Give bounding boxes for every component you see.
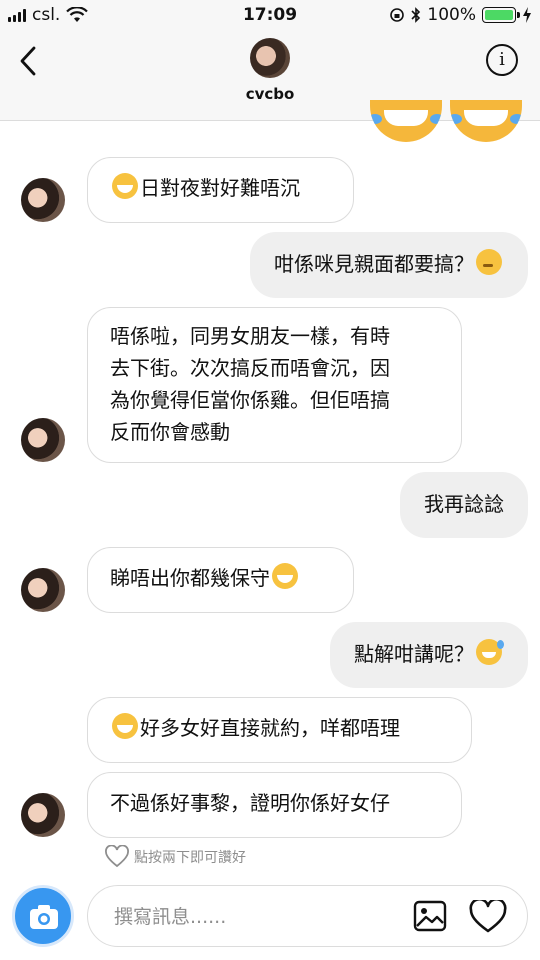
message-text: 點解咁講呢？ (354, 642, 474, 666)
avatar[interactable] (21, 568, 65, 612)
message-bubble-incoming[interactable]: 睇唔出你都幾保守 (87, 547, 354, 613)
chevron-left-icon[interactable] (14, 44, 44, 78)
message-bubble-outgoing[interactable]: 咁係咪見親面都要搞？ (250, 232, 528, 298)
message-text: 我再諗諗 (424, 492, 504, 516)
laugh-cry-emoji (450, 100, 522, 142)
orientation-lock-icon (390, 8, 405, 22)
message-bubble-incoming[interactable]: 日對夜對好難唔沉 (87, 157, 354, 223)
message-bubble-outgoing[interactable]: 我再諗諗 (400, 472, 528, 538)
message-line: 唔係啦，同男女朋友一樣，有時 (110, 324, 390, 348)
laugh-cry-emoji (370, 100, 442, 142)
info-icon[interactable]: i (486, 44, 518, 76)
camera-button[interactable] (12, 885, 74, 947)
like-hint-text: 點按兩下即可讚好 (134, 850, 246, 866)
camera-icon (30, 905, 58, 929)
message-bubble-outgoing[interactable]: 點解咁講呢？ (330, 622, 528, 688)
message-input[interactable] (112, 899, 376, 935)
message-text: 日對夜對好難唔沉 (140, 176, 300, 200)
message-line: 反而你會感動 (110, 420, 230, 444)
heart-outline-icon[interactable] (104, 845, 130, 869)
message-text: 好多女好直接就約，咩都唔理 (140, 716, 400, 740)
bluetooth-icon (411, 7, 421, 23)
avatar[interactable] (21, 418, 65, 462)
sweat-smile-emoji (476, 639, 504, 665)
laugh-cry-emoji (272, 563, 298, 589)
message-text: 睇唔出你都幾保守 (110, 566, 270, 590)
message-line: 為你覺得佢當你係雞。但佢唔搞 (110, 388, 390, 412)
contact-avatar[interactable] (250, 38, 290, 78)
avatar[interactable] (21, 793, 65, 837)
double-tap-like-hint: 點按兩下即可讚好 (104, 845, 246, 869)
message-bubble-incoming[interactable]: 不過係好事黎，證明你係好女仔 (87, 772, 462, 838)
laugh-cry-emoji (112, 713, 138, 739)
message-bubble-incoming[interactable]: 好多女好直接就約，咩都唔理 (87, 697, 472, 763)
message-line: 去下街。次次搞反而唔會沉，因 (110, 356, 390, 380)
battery-icon (482, 7, 520, 23)
status-bar: csl. 17:09 100% (0, 0, 540, 30)
message-composer (87, 885, 528, 947)
message-bubble-incoming[interactable]: 唔係啦，同男女朋友一樣，有時 去下街。次次搞反而唔會沉，因 為你覺得佢當你係雞。… (87, 307, 462, 463)
battery-percent: 100% (427, 5, 476, 25)
thinking-emoji (476, 249, 502, 275)
message-text: 不過係好事黎，證明你係好女仔 (110, 791, 390, 815)
gallery-icon[interactable] (413, 900, 447, 932)
heart-icon[interactable] (469, 900, 507, 934)
charging-icon (523, 7, 531, 23)
message-text: 咁係咪見親面都要搞？ (274, 252, 474, 276)
avatar[interactable] (21, 178, 65, 222)
laugh-cry-emoji (112, 173, 138, 199)
